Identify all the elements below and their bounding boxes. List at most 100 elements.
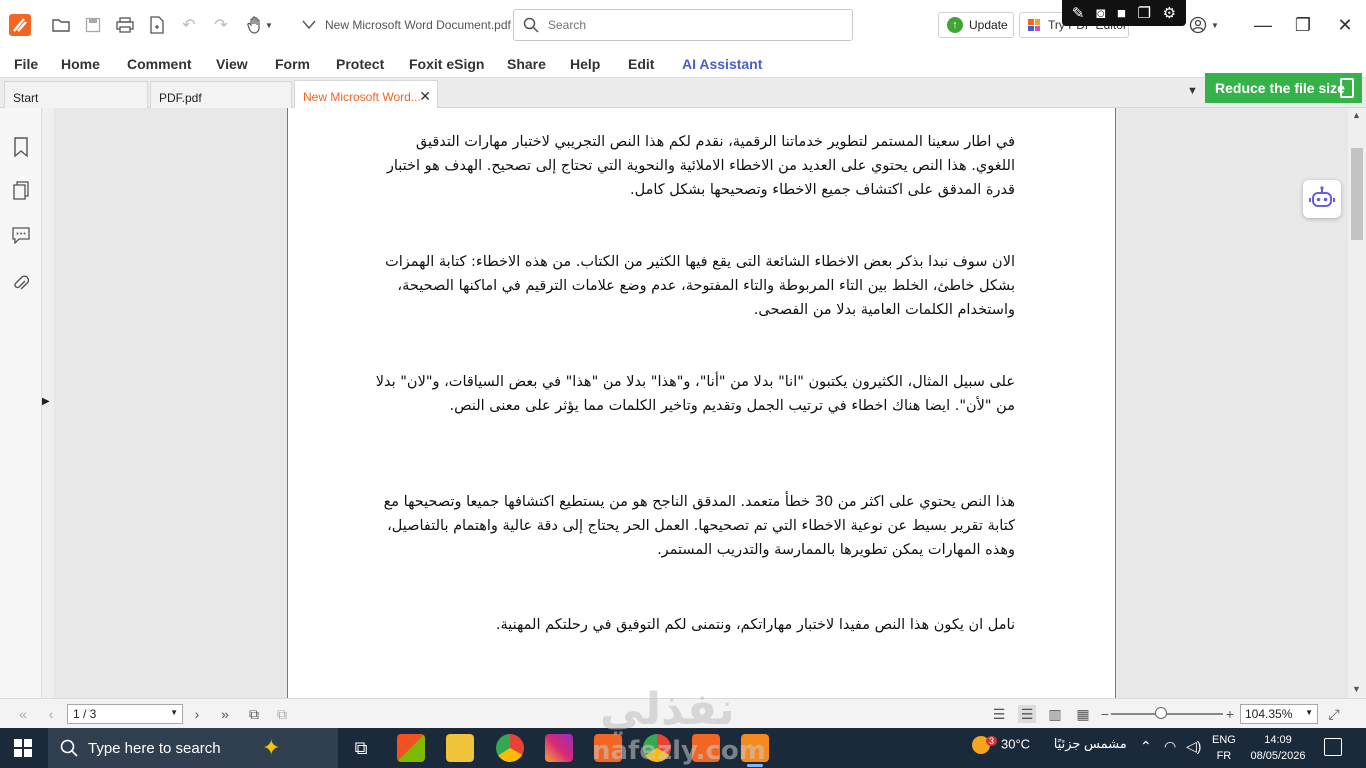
menu-protect[interactable]: Protect bbox=[336, 56, 384, 72]
next-page-icon[interactable]: › bbox=[188, 705, 206, 723]
tab-label: PDF.pdf bbox=[159, 91, 202, 105]
scroll-up-arrow-icon[interactable]: ▲ bbox=[1352, 110, 1361, 120]
minimize-icon[interactable]: — bbox=[1251, 13, 1275, 37]
single-page-view-icon[interactable]: ☰ bbox=[990, 705, 1008, 723]
close-tab-icon[interactable]: ✕ bbox=[419, 88, 431, 105]
menu-view[interactable]: View bbox=[216, 56, 248, 72]
menu-ai-assistant[interactable]: AI Assistant bbox=[682, 56, 762, 72]
filter-chevron-icon[interactable] bbox=[297, 13, 321, 37]
menu-share[interactable]: Share bbox=[507, 56, 546, 72]
foxit-editor-icon[interactable] bbox=[692, 734, 720, 762]
page-number-select[interactable]: 1 / 3 ▼ bbox=[67, 704, 183, 724]
account-icon[interactable]: ▼ bbox=[1187, 13, 1221, 37]
update-arrow-icon: ↑ bbox=[947, 17, 963, 33]
foxit-taskbar-icon[interactable] bbox=[594, 734, 622, 762]
menu-help[interactable]: Help bbox=[570, 56, 600, 72]
tab-start[interactable]: Start bbox=[4, 81, 148, 108]
volume-icon[interactable]: ◁) bbox=[1186, 738, 1201, 755]
attachment-icon[interactable] bbox=[10, 272, 32, 294]
microsoft-store-icon[interactable] bbox=[397, 734, 425, 762]
menu-form[interactable]: Form bbox=[275, 56, 310, 72]
tab-bar: Start PDF.pdf New Microsoft Word... ✕ ▼ bbox=[0, 78, 1366, 109]
pdf-page: في اطار سعينا المستمر لتطوير خدماتنا الر… bbox=[287, 108, 1116, 698]
scroll-down-arrow-icon[interactable]: ▼ bbox=[1352, 684, 1361, 694]
menu-bar: File Home Comment View Form Protect Foxi… bbox=[0, 50, 1366, 78]
menu-file[interactable]: File bbox=[14, 56, 38, 72]
paragraph-2: الان سوف نبدا بذكر بعض الاخطاء الشائعة ا… bbox=[385, 254, 1015, 318]
system-clock[interactable]: 14:09 08/05/2026 bbox=[1250, 732, 1306, 764]
pages-thumbnail-icon[interactable] bbox=[10, 180, 32, 202]
settings-gear-icon[interactable]: ⚙ bbox=[1163, 4, 1176, 22]
fullscreen-icon[interactable]: ⤢ bbox=[1325, 705, 1343, 723]
next-view-icon[interactable]: ⧉ bbox=[273, 705, 291, 723]
chrome-profile-icon[interactable] bbox=[643, 734, 671, 762]
hand-tool-icon[interactable]: ▼ bbox=[243, 13, 277, 37]
paragraph-1: في اطار سعينا المستمر لتطوير خدماتنا الر… bbox=[386, 134, 1015, 198]
previous-page-icon[interactable]: ‹ bbox=[42, 705, 60, 723]
document-title: New Microsoft Word Document.pdf bbox=[325, 18, 511, 32]
save-icon[interactable] bbox=[81, 13, 105, 37]
search-input[interactable] bbox=[548, 16, 838, 34]
open-folder-icon[interactable] bbox=[49, 13, 73, 37]
ai-assistant-floating-button[interactable] bbox=[1303, 180, 1341, 218]
zoom-slider[interactable] bbox=[1111, 713, 1223, 715]
video-icon[interactable]: ■ bbox=[1117, 5, 1126, 22]
undo-icon[interactable]: ↶ bbox=[177, 13, 201, 37]
tab-pdf[interactable]: PDF.pdf bbox=[150, 81, 292, 108]
camera-icon[interactable]: ◙ bbox=[1096, 5, 1105, 22]
zoom-value: 104.35% bbox=[1245, 707, 1293, 721]
menu-home[interactable]: Home bbox=[61, 56, 100, 72]
restore-icon[interactable]: ❐ bbox=[1291, 13, 1315, 37]
reduce-file-size-button[interactable]: Reduce the file size bbox=[1205, 73, 1362, 103]
scrollbar-thumb[interactable] bbox=[1351, 148, 1363, 240]
tab-list-dropdown-icon[interactable]: ▼ bbox=[1187, 85, 1198, 97]
taskbar-search-placeholder: Type here to search bbox=[88, 740, 221, 757]
menu-comment[interactable]: Comment bbox=[127, 56, 192, 72]
menu-edit[interactable]: Edit bbox=[628, 56, 654, 72]
notification-center-icon[interactable] bbox=[1324, 738, 1342, 756]
previous-view-icon[interactable]: ⧉ bbox=[245, 705, 263, 723]
create-pdf-icon[interactable] bbox=[145, 13, 169, 37]
file-explorer-icon[interactable] bbox=[446, 734, 474, 762]
last-page-icon[interactable]: » bbox=[216, 705, 234, 723]
redo-icon[interactable]: ↷ bbox=[209, 13, 233, 37]
task-view-icon[interactable]: ⧉ bbox=[347, 734, 375, 762]
first-page-icon[interactable]: « bbox=[14, 705, 32, 723]
foxit-logo-icon[interactable] bbox=[9, 14, 31, 36]
title-bar: ↶ ↷ ▼ New Microsoft Word Document.pdf ↑ … bbox=[0, 0, 1366, 50]
close-window-icon[interactable]: ✕ bbox=[1333, 13, 1357, 37]
document-viewport[interactable]: في اطار سعينا المستمر لتطوير خدماتنا الر… bbox=[54, 108, 1348, 698]
update-button[interactable]: ↑ Update bbox=[938, 12, 1014, 38]
window-icon[interactable]: ❐ bbox=[1138, 4, 1151, 22]
facing-view-icon[interactable]: ▥ bbox=[1046, 705, 1064, 723]
chrome-icon[interactable] bbox=[496, 734, 524, 762]
bookmark-icon[interactable] bbox=[10, 136, 32, 158]
expand-panel-arrow-icon[interactable]: ▶ bbox=[42, 396, 50, 410]
edit-icon[interactable]: ✎ bbox=[1072, 4, 1085, 22]
compress-icon bbox=[1340, 78, 1354, 98]
clock-time: 14:09 bbox=[1264, 734, 1292, 746]
continuous-view-icon[interactable]: ☰ bbox=[1018, 705, 1036, 723]
apps-grid-icon bbox=[1028, 19, 1040, 31]
wifi-icon[interactable]: ◠ bbox=[1164, 738, 1176, 755]
comments-icon[interactable] bbox=[10, 224, 32, 246]
tab-new-word-document[interactable]: New Microsoft Word... ✕ bbox=[294, 80, 438, 109]
foxit-pdf-reader-icon[interactable] bbox=[741, 734, 769, 767]
language-indicator[interactable]: ENG FR bbox=[1212, 732, 1236, 764]
screen-capture-overlay: ✎ ◙ ■ ❐ ⚙ bbox=[1062, 0, 1186, 26]
search-box[interactable] bbox=[513, 9, 853, 41]
continuous-facing-view-icon[interactable]: ▦ bbox=[1074, 705, 1092, 723]
print-icon[interactable] bbox=[113, 13, 137, 37]
chevron-up-icon[interactable]: ⌃ bbox=[1140, 738, 1152, 755]
vertical-scrollbar[interactable]: ▲ ▼ bbox=[1348, 108, 1366, 698]
weather-widget[interactable]: 3 30°C مشمس جزئيًا bbox=[972, 736, 1127, 754]
zoom-slider-thumb[interactable] bbox=[1155, 707, 1168, 719]
taskbar-search-box[interactable]: Type here to search ✦ bbox=[48, 728, 338, 768]
zoom-in-icon[interactable]: + bbox=[1221, 705, 1239, 723]
status-bar: « ‹ 1 / 3 ▼ › » ⧉ ⧉ ☰ ☰ ▥ ▦ − + 104.35% … bbox=[0, 698, 1366, 728]
zoom-percentage-select[interactable]: 104.35% ▼ bbox=[1240, 704, 1318, 724]
menu-foxit-esign[interactable]: Foxit eSign bbox=[409, 56, 484, 72]
windows-start-icon[interactable] bbox=[14, 739, 32, 757]
instagram-icon[interactable] bbox=[545, 734, 573, 762]
copilot-sparkle-icon[interactable]: ✦ bbox=[262, 735, 280, 761]
